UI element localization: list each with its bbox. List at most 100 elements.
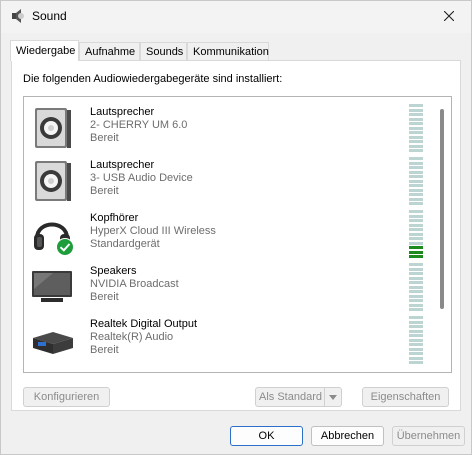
meter-segment: [409, 140, 423, 143]
set-default-button[interactable]: Als Standard: [255, 387, 342, 407]
speaker-icon: [31, 159, 75, 203]
meter-segment: [409, 290, 423, 293]
cancel-button[interactable]: Abbrechen: [311, 426, 384, 446]
meter-segment: [409, 184, 423, 187]
meter-segment: [409, 117, 423, 121]
meter-segment: [409, 108, 423, 112]
meter-segment: [409, 219, 423, 222]
configure-button[interactable]: Konfigurieren: [23, 387, 110, 407]
device-status: Bereit: [90, 185, 119, 197]
meter-segment: [409, 246, 423, 249]
tab-sounds[interactable]: Sounds: [140, 42, 187, 60]
device-name: Kopfhörer: [90, 212, 139, 224]
level-meter: [409, 316, 423, 366]
level-meter: [409, 157, 423, 207]
meter-segment: [409, 131, 423, 134]
meter-segment: [409, 113, 423, 116]
meter-segment: [409, 223, 423, 227]
meter-segment: [409, 202, 423, 205]
apply-button[interactable]: Übernehmen: [392, 426, 465, 446]
meter-segment: [409, 343, 423, 346]
meter-segment: [409, 210, 423, 213]
meter-segment: [409, 197, 423, 201]
close-button[interactable]: [429, 1, 469, 31]
meter-segment: [409, 325, 423, 328]
meter-segment: [409, 263, 423, 266]
meter-segment: [409, 267, 423, 271]
set-default-button-label: Als Standard: [259, 391, 322, 403]
chevron-down-icon[interactable]: [324, 388, 341, 406]
device-list[interactable]: Lautsprecher 2- CHERRY UM 6.0 Bereit Lau…: [23, 96, 452, 373]
meter-segment: [409, 329, 423, 333]
meter-segment: [409, 144, 423, 148]
speaker-app-icon: [11, 9, 25, 23]
speaker-icon: [31, 106, 75, 150]
default-check-icon: [56, 238, 74, 256]
meter-segment: [409, 338, 423, 342]
list-item[interactable]: Lautsprecher 3- USB Audio Device Bereit: [24, 155, 436, 208]
meter-segment: [409, 294, 423, 298]
meter-segment: [409, 299, 423, 302]
meter-segment: [409, 166, 423, 169]
meter-segment: [409, 250, 423, 254]
device-name: Lautsprecher: [90, 159, 155, 171]
meter-segment: [409, 179, 423, 183]
list-item[interactable]: Speakers NVIDIA Broadcast Bereit: [24, 261, 436, 314]
device-status: Bereit: [90, 291, 119, 303]
meter-segment: [409, 232, 423, 236]
ok-button[interactable]: OK: [230, 426, 303, 446]
list-scrollbar[interactable]: [440, 109, 444, 309]
device-description: Realtek(R) Audio: [90, 331, 174, 343]
meter-segment: [409, 157, 423, 160]
meter-segment: [409, 276, 423, 280]
sound-dialog: Sound Wiedergabe Aufnahme Sounds Kommuni…: [0, 0, 472, 455]
meter-segment: [409, 104, 423, 107]
panel-heading: Die folgenden Audiowiedergabegeräte sind…: [23, 73, 283, 85]
tab-kommunikation[interactable]: Kommunikation: [187, 42, 269, 60]
meter-segment: [409, 281, 423, 284]
device-status: Bereit: [90, 132, 119, 144]
meter-segment: [409, 135, 423, 139]
meter-segment: [409, 175, 423, 178]
meter-segment: [409, 285, 423, 289]
meter-segment: [409, 255, 423, 258]
device-name: Speakers: [90, 265, 137, 277]
apply-button-label: Übernehmen: [396, 430, 461, 442]
list-item[interactable]: Kopfhörer HyperX Cloud III Wireless Stan…: [24, 208, 436, 261]
meter-segment: [409, 316, 423, 319]
close-icon: [444, 11, 454, 21]
device-description: HyperX Cloud III Wireless: [90, 225, 216, 237]
device-name: Lautsprecher: [90, 106, 155, 118]
window-title: Sound: [32, 9, 67, 23]
properties-button-label: Eigenschaften: [370, 391, 441, 403]
playback-panel: Die folgenden Audiowiedergabegeräte sind…: [11, 60, 461, 411]
device-status: Standardgerät: [90, 238, 160, 250]
meter-segment: [409, 161, 423, 165]
meter-segment: [409, 241, 423, 245]
cancel-button-label: Abbrechen: [320, 430, 375, 442]
device-description: NVIDIA Broadcast: [90, 278, 179, 290]
meter-segment: [409, 170, 423, 174]
meter-segment: [409, 193, 423, 196]
meter-segment: [409, 122, 423, 125]
level-meter: [409, 104, 423, 154]
tab-wiedergabe[interactable]: Wiedergabe: [10, 40, 79, 61]
list-item[interactable]: Realtek Digital Output Realtek(R) Audio …: [24, 314, 436, 367]
meter-segment: [409, 237, 423, 240]
meter-segment: [409, 352, 423, 355]
meter-segment: [409, 303, 423, 307]
meter-segment: [409, 334, 423, 337]
meter-segment: [409, 188, 423, 192]
monitor-icon: [31, 265, 75, 309]
device-description: 3- USB Audio Device: [90, 172, 193, 184]
configure-button-label: Konfigurieren: [33, 391, 100, 403]
meter-segment: [409, 149, 423, 152]
list-item[interactable]: Lautsprecher 2- CHERRY UM 6.0 Bereit: [24, 102, 436, 155]
meter-segment: [409, 308, 423, 311]
properties-button[interactable]: Eigenschaften: [362, 387, 449, 407]
meter-segment: [409, 347, 423, 351]
ok-button-label: OK: [258, 430, 275, 442]
tab-aufnahme[interactable]: Aufnahme: [79, 42, 140, 60]
meter-segment: [409, 126, 423, 130]
device-name: Realtek Digital Output: [90, 318, 197, 330]
